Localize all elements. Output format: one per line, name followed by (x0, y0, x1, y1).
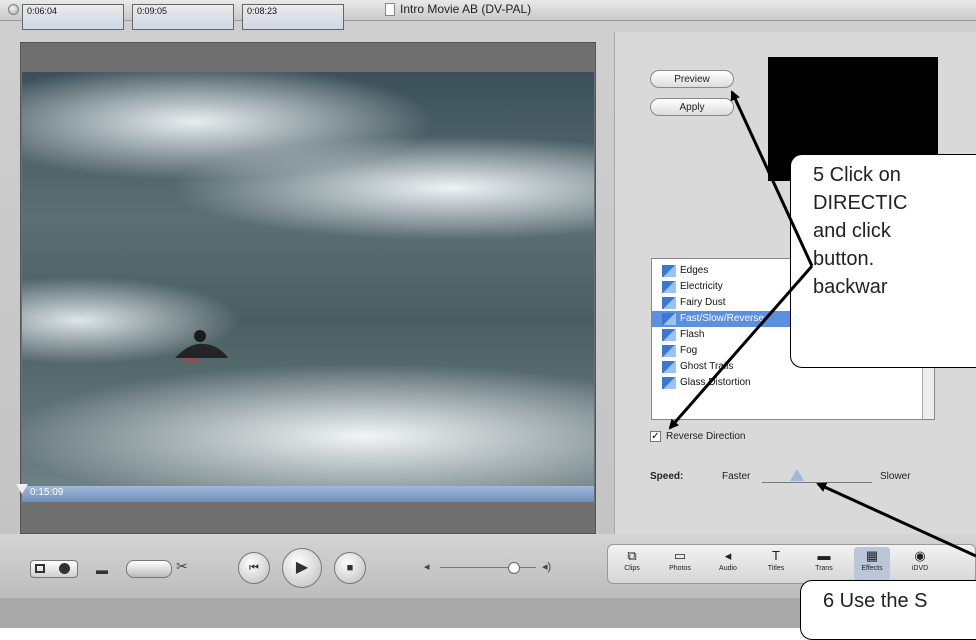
arrow-to-reverse-checkbox (668, 265, 814, 430)
tutorial-arrows (668, 90, 976, 558)
arrow-to-preview (730, 90, 814, 267)
arrow-to-speed-slider (816, 482, 976, 558)
